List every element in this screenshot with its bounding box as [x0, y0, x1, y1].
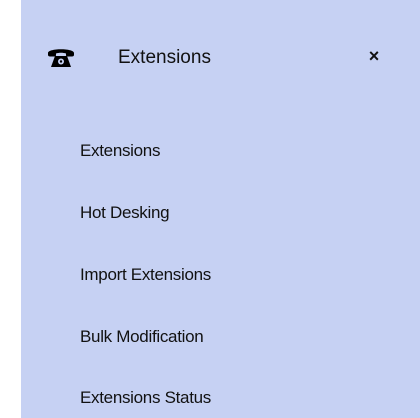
menu-item-extensions-status[interactable]: Extensions Status	[80, 388, 211, 408]
panel-title: Extensions	[118, 47, 211, 68]
extensions-menu-panel: Extensions × Extensions Hot Desking Impo…	[21, 0, 420, 418]
menu-item-bulk-modification[interactable]: Bulk Modification	[80, 327, 204, 347]
close-button[interactable]: ×	[362, 44, 386, 68]
menu-item-extensions[interactable]: Extensions	[80, 141, 160, 161]
menu-item-import-extensions[interactable]: Import Extensions	[80, 265, 211, 285]
panel-header: Extensions ×	[21, 38, 420, 84]
menu-item-hot-desking[interactable]: Hot Desking	[80, 203, 170, 223]
telephone-icon	[46, 45, 76, 69]
